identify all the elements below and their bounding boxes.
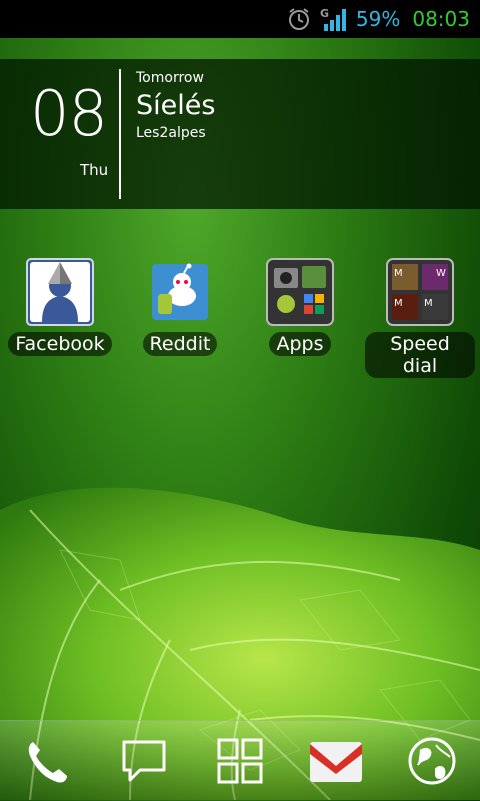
network-type-label: G (320, 7, 329, 20)
app-label: Reddit (142, 332, 218, 356)
app-facebook[interactable]: Facebook (5, 258, 115, 356)
alarm-icon (286, 6, 312, 32)
messaging-icon[interactable] (116, 733, 172, 789)
speed-dial-icon: M W M M (386, 258, 454, 326)
widget-subtitle: Les2alpes (136, 125, 206, 141)
browser-icon[interactable] (404, 733, 460, 789)
svg-text:M: M (394, 268, 403, 279)
reddit-icon (146, 258, 214, 326)
svg-text:M: M (394, 298, 403, 309)
facebook-icon (26, 258, 94, 326)
app-label: Speed dial (365, 332, 475, 378)
app-drawer-icon[interactable] (212, 733, 268, 789)
dock (0, 720, 480, 801)
status-clock: 08:03 (412, 7, 470, 31)
widget-city: Síelés (136, 90, 216, 121)
clock-weather-widget[interactable]: 08 Thu Tomorrow Síelés Les2alpes (0, 59, 480, 209)
svg-text:W: W (436, 268, 446, 279)
widget-day: Thu (80, 161, 109, 179)
svg-text:M: M (424, 298, 433, 309)
widget-forecast-label: Tomorrow (136, 70, 204, 86)
app-label: Facebook (8, 332, 112, 356)
app-speed-dial[interactable]: M W M M Speed dial (365, 258, 475, 378)
widget-divider (119, 69, 121, 199)
gmail-icon[interactable] (308, 733, 364, 789)
phone-icon[interactable] (18, 733, 74, 789)
app-apps-folder[interactable]: Apps (245, 258, 355, 356)
widget-hour: 08 (30, 77, 108, 150)
status-bar: G 59% 08:03 (0, 0, 480, 38)
signal-icon: G (320, 6, 348, 32)
app-label: Apps (269, 332, 331, 356)
app-reddit[interactable]: Reddit (125, 258, 235, 356)
apps-folder-icon (266, 258, 334, 326)
battery-percent: 59% (355, 7, 401, 31)
